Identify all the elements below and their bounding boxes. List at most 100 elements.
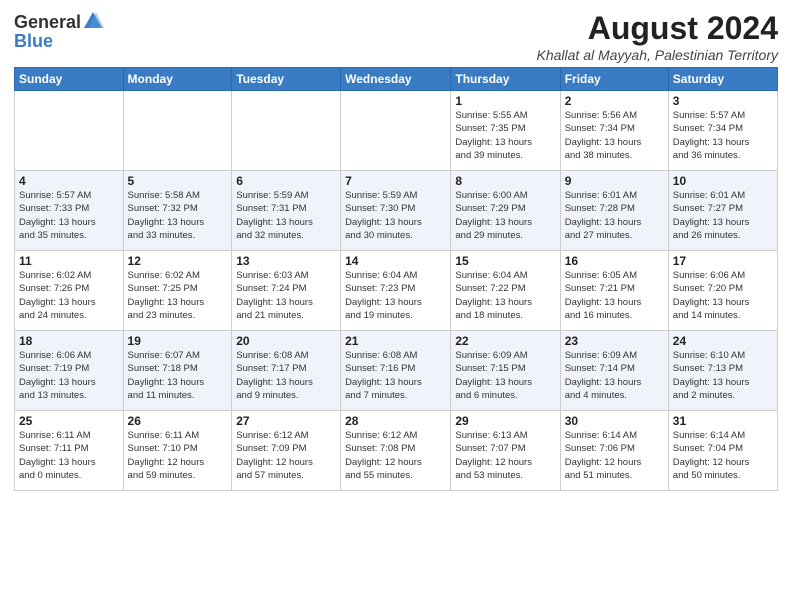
logo-icon <box>82 10 104 35</box>
day-info: Sunrise: 6:01 AM Sunset: 7:27 PM Dayligh… <box>673 189 773 242</box>
day-info: Sunrise: 6:14 AM Sunset: 7:06 PM Dayligh… <box>565 429 664 482</box>
calendar-cell-w3-d6: 16Sunrise: 6:05 AM Sunset: 7:21 PM Dayli… <box>560 251 668 331</box>
week-row-1: 1Sunrise: 5:55 AM Sunset: 7:35 PM Daylig… <box>15 91 778 171</box>
calendar-cell-w1-d7: 3Sunrise: 5:57 AM Sunset: 7:34 PM Daylig… <box>668 91 777 171</box>
calendar-cell-w2-d5: 8Sunrise: 6:00 AM Sunset: 7:29 PM Daylig… <box>451 171 560 251</box>
calendar-cell-w3-d4: 14Sunrise: 6:04 AM Sunset: 7:23 PM Dayli… <box>341 251 451 331</box>
day-number: 22 <box>455 334 555 348</box>
day-info: Sunrise: 5:57 AM Sunset: 7:33 PM Dayligh… <box>19 189 119 242</box>
calendar-cell-w4-d1: 18Sunrise: 6:06 AM Sunset: 7:19 PM Dayli… <box>15 331 124 411</box>
day-info: Sunrise: 6:12 AM Sunset: 7:09 PM Dayligh… <box>236 429 336 482</box>
calendar-header-row: Sunday Monday Tuesday Wednesday Thursday… <box>15 68 778 91</box>
day-info: Sunrise: 6:08 AM Sunset: 7:16 PM Dayligh… <box>345 349 446 402</box>
calendar-cell-w1-d3 <box>232 91 341 171</box>
day-number: 1 <box>455 94 555 108</box>
day-info: Sunrise: 5:59 AM Sunset: 7:31 PM Dayligh… <box>236 189 336 242</box>
day-info: Sunrise: 6:05 AM Sunset: 7:21 PM Dayligh… <box>565 269 664 322</box>
calendar-cell-w4-d5: 22Sunrise: 6:09 AM Sunset: 7:15 PM Dayli… <box>451 331 560 411</box>
calendar-cell-w5-d5: 29Sunrise: 6:13 AM Sunset: 7:07 PM Dayli… <box>451 411 560 491</box>
location-subtitle: Khallat al Mayyah, Palestinian Territory <box>537 47 779 63</box>
day-info: Sunrise: 6:08 AM Sunset: 7:17 PM Dayligh… <box>236 349 336 402</box>
day-info: Sunrise: 6:03 AM Sunset: 7:24 PM Dayligh… <box>236 269 336 322</box>
logo-general: General <box>14 12 81 33</box>
calendar-cell-w3-d1: 11Sunrise: 6:02 AM Sunset: 7:26 PM Dayli… <box>15 251 124 331</box>
day-number: 16 <box>565 254 664 268</box>
day-info: Sunrise: 5:58 AM Sunset: 7:32 PM Dayligh… <box>128 189 228 242</box>
day-info: Sunrise: 6:02 AM Sunset: 7:25 PM Dayligh… <box>128 269 228 322</box>
day-info: Sunrise: 5:59 AM Sunset: 7:30 PM Dayligh… <box>345 189 446 242</box>
calendar-cell-w2-d6: 9Sunrise: 6:01 AM Sunset: 7:28 PM Daylig… <box>560 171 668 251</box>
calendar-cell-w1-d5: 1Sunrise: 5:55 AM Sunset: 7:35 PM Daylig… <box>451 91 560 171</box>
day-number: 8 <box>455 174 555 188</box>
day-number: 7 <box>345 174 446 188</box>
day-number: 21 <box>345 334 446 348</box>
day-info: Sunrise: 6:13 AM Sunset: 7:07 PM Dayligh… <box>455 429 555 482</box>
month-year-title: August 2024 <box>537 10 779 47</box>
day-info: Sunrise: 6:04 AM Sunset: 7:22 PM Dayligh… <box>455 269 555 322</box>
calendar-cell-w4-d7: 24Sunrise: 6:10 AM Sunset: 7:13 PM Dayli… <box>668 331 777 411</box>
day-number: 12 <box>128 254 228 268</box>
calendar-cell-w5-d2: 26Sunrise: 6:11 AM Sunset: 7:10 PM Dayli… <box>123 411 232 491</box>
day-number: 6 <box>236 174 336 188</box>
week-row-2: 4Sunrise: 5:57 AM Sunset: 7:33 PM Daylig… <box>15 171 778 251</box>
logo: General Blue <box>14 10 105 52</box>
day-info: Sunrise: 5:56 AM Sunset: 7:34 PM Dayligh… <box>565 109 664 162</box>
calendar-cell-w5-d3: 27Sunrise: 6:12 AM Sunset: 7:09 PM Dayli… <box>232 411 341 491</box>
day-info: Sunrise: 6:14 AM Sunset: 7:04 PM Dayligh… <box>673 429 773 482</box>
calendar-cell-w4-d3: 20Sunrise: 6:08 AM Sunset: 7:17 PM Dayli… <box>232 331 341 411</box>
day-number: 18 <box>19 334 119 348</box>
day-number: 19 <box>128 334 228 348</box>
day-number: 15 <box>455 254 555 268</box>
day-number: 3 <box>673 94 773 108</box>
day-info: Sunrise: 6:01 AM Sunset: 7:28 PM Dayligh… <box>565 189 664 242</box>
day-number: 17 <box>673 254 773 268</box>
day-number: 28 <box>345 414 446 428</box>
calendar-cell-w2-d1: 4Sunrise: 5:57 AM Sunset: 7:33 PM Daylig… <box>15 171 124 251</box>
day-number: 24 <box>673 334 773 348</box>
day-number: 11 <box>19 254 119 268</box>
header-saturday: Saturday <box>668 68 777 91</box>
day-number: 4 <box>19 174 119 188</box>
day-number: 2 <box>565 94 664 108</box>
day-info: Sunrise: 6:11 AM Sunset: 7:11 PM Dayligh… <box>19 429 119 482</box>
day-info: Sunrise: 6:00 AM Sunset: 7:29 PM Dayligh… <box>455 189 555 242</box>
day-number: 13 <box>236 254 336 268</box>
page-container: General Blue August 2024 Khallat al Mayy… <box>0 0 792 497</box>
day-info: Sunrise: 6:11 AM Sunset: 7:10 PM Dayligh… <box>128 429 228 482</box>
day-number: 14 <box>345 254 446 268</box>
calendar-cell-w3-d3: 13Sunrise: 6:03 AM Sunset: 7:24 PM Dayli… <box>232 251 341 331</box>
day-number: 5 <box>128 174 228 188</box>
logo-blue: Blue <box>14 31 53 52</box>
calendar-cell-w1-d1 <box>15 91 124 171</box>
title-area: August 2024 Khallat al Mayyah, Palestini… <box>537 10 779 63</box>
calendar-cell-w1-d2 <box>123 91 232 171</box>
calendar-cell-w4-d6: 23Sunrise: 6:09 AM Sunset: 7:14 PM Dayli… <box>560 331 668 411</box>
day-number: 20 <box>236 334 336 348</box>
day-number: 30 <box>565 414 664 428</box>
day-info: Sunrise: 6:07 AM Sunset: 7:18 PM Dayligh… <box>128 349 228 402</box>
day-info: Sunrise: 5:57 AM Sunset: 7:34 PM Dayligh… <box>673 109 773 162</box>
day-info: Sunrise: 6:09 AM Sunset: 7:15 PM Dayligh… <box>455 349 555 402</box>
day-number: 23 <box>565 334 664 348</box>
day-info: Sunrise: 6:12 AM Sunset: 7:08 PM Dayligh… <box>345 429 446 482</box>
calendar-cell-w1-d4 <box>341 91 451 171</box>
header-monday: Monday <box>123 68 232 91</box>
calendar-cell-w3-d5: 15Sunrise: 6:04 AM Sunset: 7:22 PM Dayli… <box>451 251 560 331</box>
day-info: Sunrise: 6:10 AM Sunset: 7:13 PM Dayligh… <box>673 349 773 402</box>
week-row-5: 25Sunrise: 6:11 AM Sunset: 7:11 PM Dayli… <box>15 411 778 491</box>
day-info: Sunrise: 6:02 AM Sunset: 7:26 PM Dayligh… <box>19 269 119 322</box>
calendar-cell-w2-d3: 6Sunrise: 5:59 AM Sunset: 7:31 PM Daylig… <box>232 171 341 251</box>
calendar-cell-w2-d2: 5Sunrise: 5:58 AM Sunset: 7:32 PM Daylig… <box>123 171 232 251</box>
calendar-cell-w2-d4: 7Sunrise: 5:59 AM Sunset: 7:30 PM Daylig… <box>341 171 451 251</box>
week-row-3: 11Sunrise: 6:02 AM Sunset: 7:26 PM Dayli… <box>15 251 778 331</box>
calendar-cell-w5-d1: 25Sunrise: 6:11 AM Sunset: 7:11 PM Dayli… <box>15 411 124 491</box>
header-thursday: Thursday <box>451 68 560 91</box>
week-row-4: 18Sunrise: 6:06 AM Sunset: 7:19 PM Dayli… <box>15 331 778 411</box>
header-friday: Friday <box>560 68 668 91</box>
calendar-table: Sunday Monday Tuesday Wednesday Thursday… <box>14 67 778 491</box>
day-number: 10 <box>673 174 773 188</box>
calendar-cell-w2-d7: 10Sunrise: 6:01 AM Sunset: 7:27 PM Dayli… <box>668 171 777 251</box>
calendar-cell-w5-d4: 28Sunrise: 6:12 AM Sunset: 7:08 PM Dayli… <box>341 411 451 491</box>
day-info: Sunrise: 6:09 AM Sunset: 7:14 PM Dayligh… <box>565 349 664 402</box>
header-tuesday: Tuesday <box>232 68 341 91</box>
